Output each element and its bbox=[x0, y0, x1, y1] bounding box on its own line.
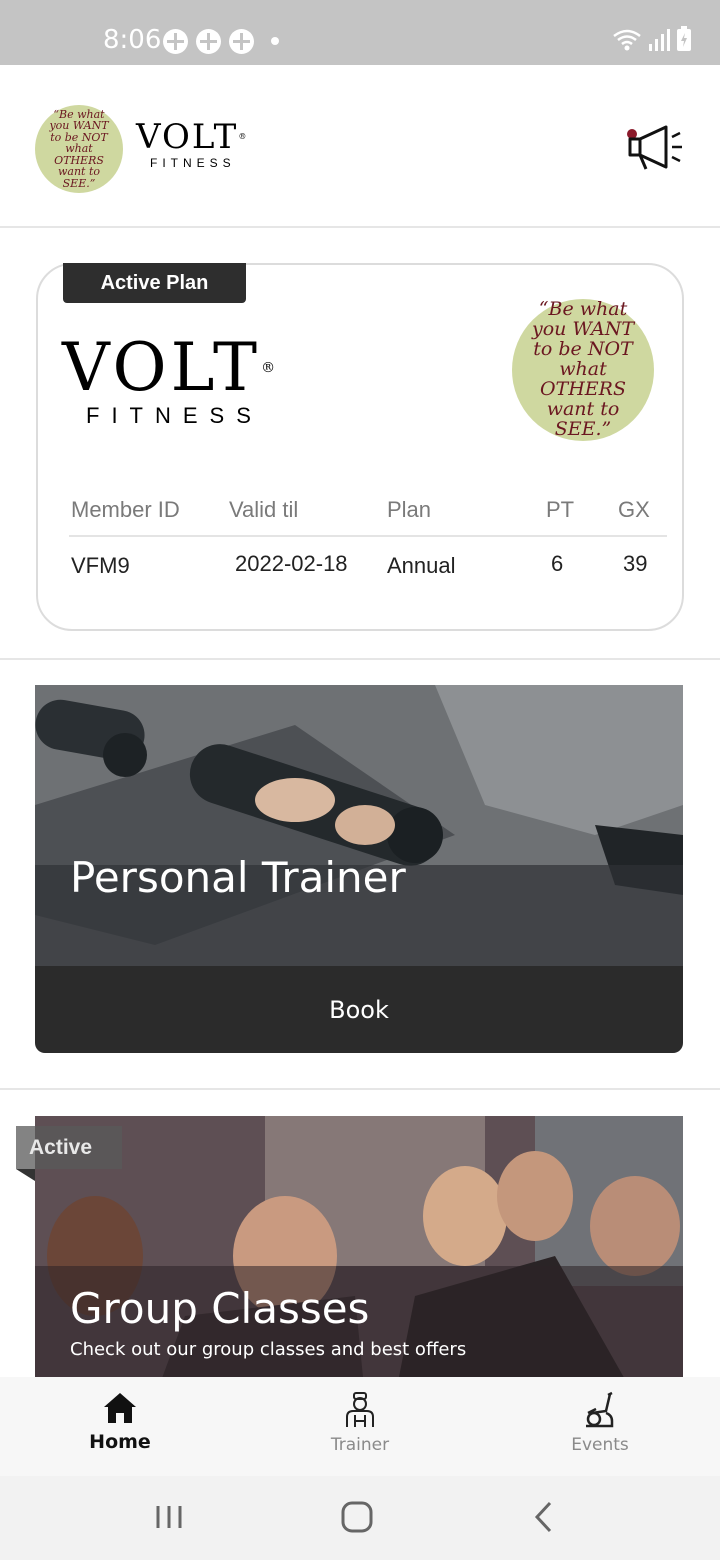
column-header-gx: GX bbox=[618, 497, 650, 522]
section-divider bbox=[0, 1088, 720, 1090]
active-status-ribbon: Active bbox=[16, 1126, 122, 1169]
nav-item-events[interactable]: Events bbox=[480, 1377, 720, 1476]
brand-name: VOLT bbox=[136, 117, 239, 157]
notification-app-icon bbox=[196, 29, 221, 54]
home-circle-icon[interactable] bbox=[340, 1500, 374, 1534]
active-plan-tag: Active Plan bbox=[63, 263, 246, 303]
plan-brand-name: VOLT bbox=[62, 329, 262, 406]
group-classes-card[interactable]: Group Classes Check out our group classe… bbox=[35, 1116, 683, 1377]
notification-app-icon bbox=[163, 29, 188, 54]
megaphone-icon[interactable] bbox=[626, 125, 688, 171]
valid-til-value: 2022-02-18 bbox=[235, 551, 348, 576]
nav-item-trainer[interactable]: Trainer bbox=[240, 1377, 480, 1476]
plan-brand-subtitle: FITNESS bbox=[86, 403, 263, 428]
bottom-navigation: Home Trainer Events bbox=[0, 1377, 720, 1476]
status-time: 8:06 bbox=[103, 25, 162, 55]
nav-label-trainer: Trainer bbox=[330, 1435, 390, 1455]
group-class-photo bbox=[35, 1116, 683, 1377]
yoga-mat-photo bbox=[35, 685, 683, 966]
column-header-valid-til: Valid til bbox=[229, 497, 299, 522]
plan-motivation-logo: “Be what you WANT to be NOT what OTHERS … bbox=[512, 299, 654, 441]
more-notifications-dot bbox=[271, 37, 279, 45]
plan-value: Annual bbox=[387, 553, 456, 578]
plan-details-table: Member ID Valid til Plan PT GX VFM9 2022… bbox=[69, 493, 667, 607]
nav-item-home[interactable]: Home bbox=[0, 1377, 240, 1476]
system-navigation-bar bbox=[0, 1476, 720, 1560]
group-classes-title: Group Classes bbox=[70, 1284, 370, 1333]
battery-icon bbox=[677, 26, 691, 51]
registered-mark: ® bbox=[261, 360, 280, 376]
back-icon[interactable] bbox=[532, 1500, 556, 1534]
column-header-plan: Plan bbox=[387, 497, 432, 522]
pt-count-value: 6 bbox=[551, 551, 564, 576]
column-header-member-id: Member ID bbox=[71, 497, 180, 522]
wifi-icon bbox=[613, 29, 641, 51]
motivation-quote: “Be what you WANT to be NOT what OTHERS … bbox=[49, 107, 109, 190]
personal-trainer-title: Personal Trainer bbox=[70, 853, 406, 902]
app-header: “Be what you WANT to be NOT what OTHERS … bbox=[0, 65, 720, 228]
notification-app-icon bbox=[229, 29, 254, 54]
status-bar: 8:06 bbox=[0, 0, 720, 65]
plan-motivation-quote: “Be what you WANT to be NOT what OTHERS … bbox=[531, 298, 635, 440]
signal-icon bbox=[649, 29, 670, 51]
nav-label-events: Events bbox=[571, 1435, 629, 1455]
plan-values-row: VFM9 2022-02-18 Annual 6 39 bbox=[69, 537, 667, 607]
brand-subtitle: FITNESS bbox=[150, 156, 236, 170]
home-icon bbox=[104, 1393, 136, 1423]
exercise-bike-icon bbox=[586, 1391, 614, 1428]
brand-logo: VOLT® FITNESS bbox=[136, 120, 248, 170]
ribbon-fold bbox=[16, 1169, 35, 1181]
group-classes-subtitle: Check out our group classes and best off… bbox=[70, 1339, 467, 1360]
plan-section: Active Plan VOLT® FITNESS “Be what you W… bbox=[0, 230, 720, 660]
recents-icon[interactable] bbox=[155, 1502, 185, 1532]
personal-trainer-card[interactable]: Personal Trainer Book bbox=[35, 685, 683, 1053]
nav-label-home: Home bbox=[89, 1431, 151, 1453]
member-id-value: VFM9 bbox=[71, 553, 130, 578]
plan-header-row: Member ID Valid til Plan PT GX bbox=[69, 493, 667, 537]
group-classes-image: Group Classes Check out our group classe… bbox=[35, 1116, 683, 1377]
motivation-logo: “Be what you WANT to be NOT what OTHERS … bbox=[35, 105, 123, 193]
gx-count-value: 39 bbox=[623, 551, 648, 576]
column-header-pt: PT bbox=[546, 497, 575, 522]
personal-trainer-image: Personal Trainer bbox=[35, 685, 683, 966]
registered-mark: ® bbox=[238, 132, 249, 141]
active-plan-card[interactable]: Active Plan VOLT® FITNESS “Be what you W… bbox=[36, 263, 684, 631]
trainer-icon bbox=[346, 1392, 374, 1427]
book-button[interactable]: Book bbox=[35, 966, 683, 1053]
plan-brand-logo: VOLT® FITNESS bbox=[62, 335, 279, 429]
